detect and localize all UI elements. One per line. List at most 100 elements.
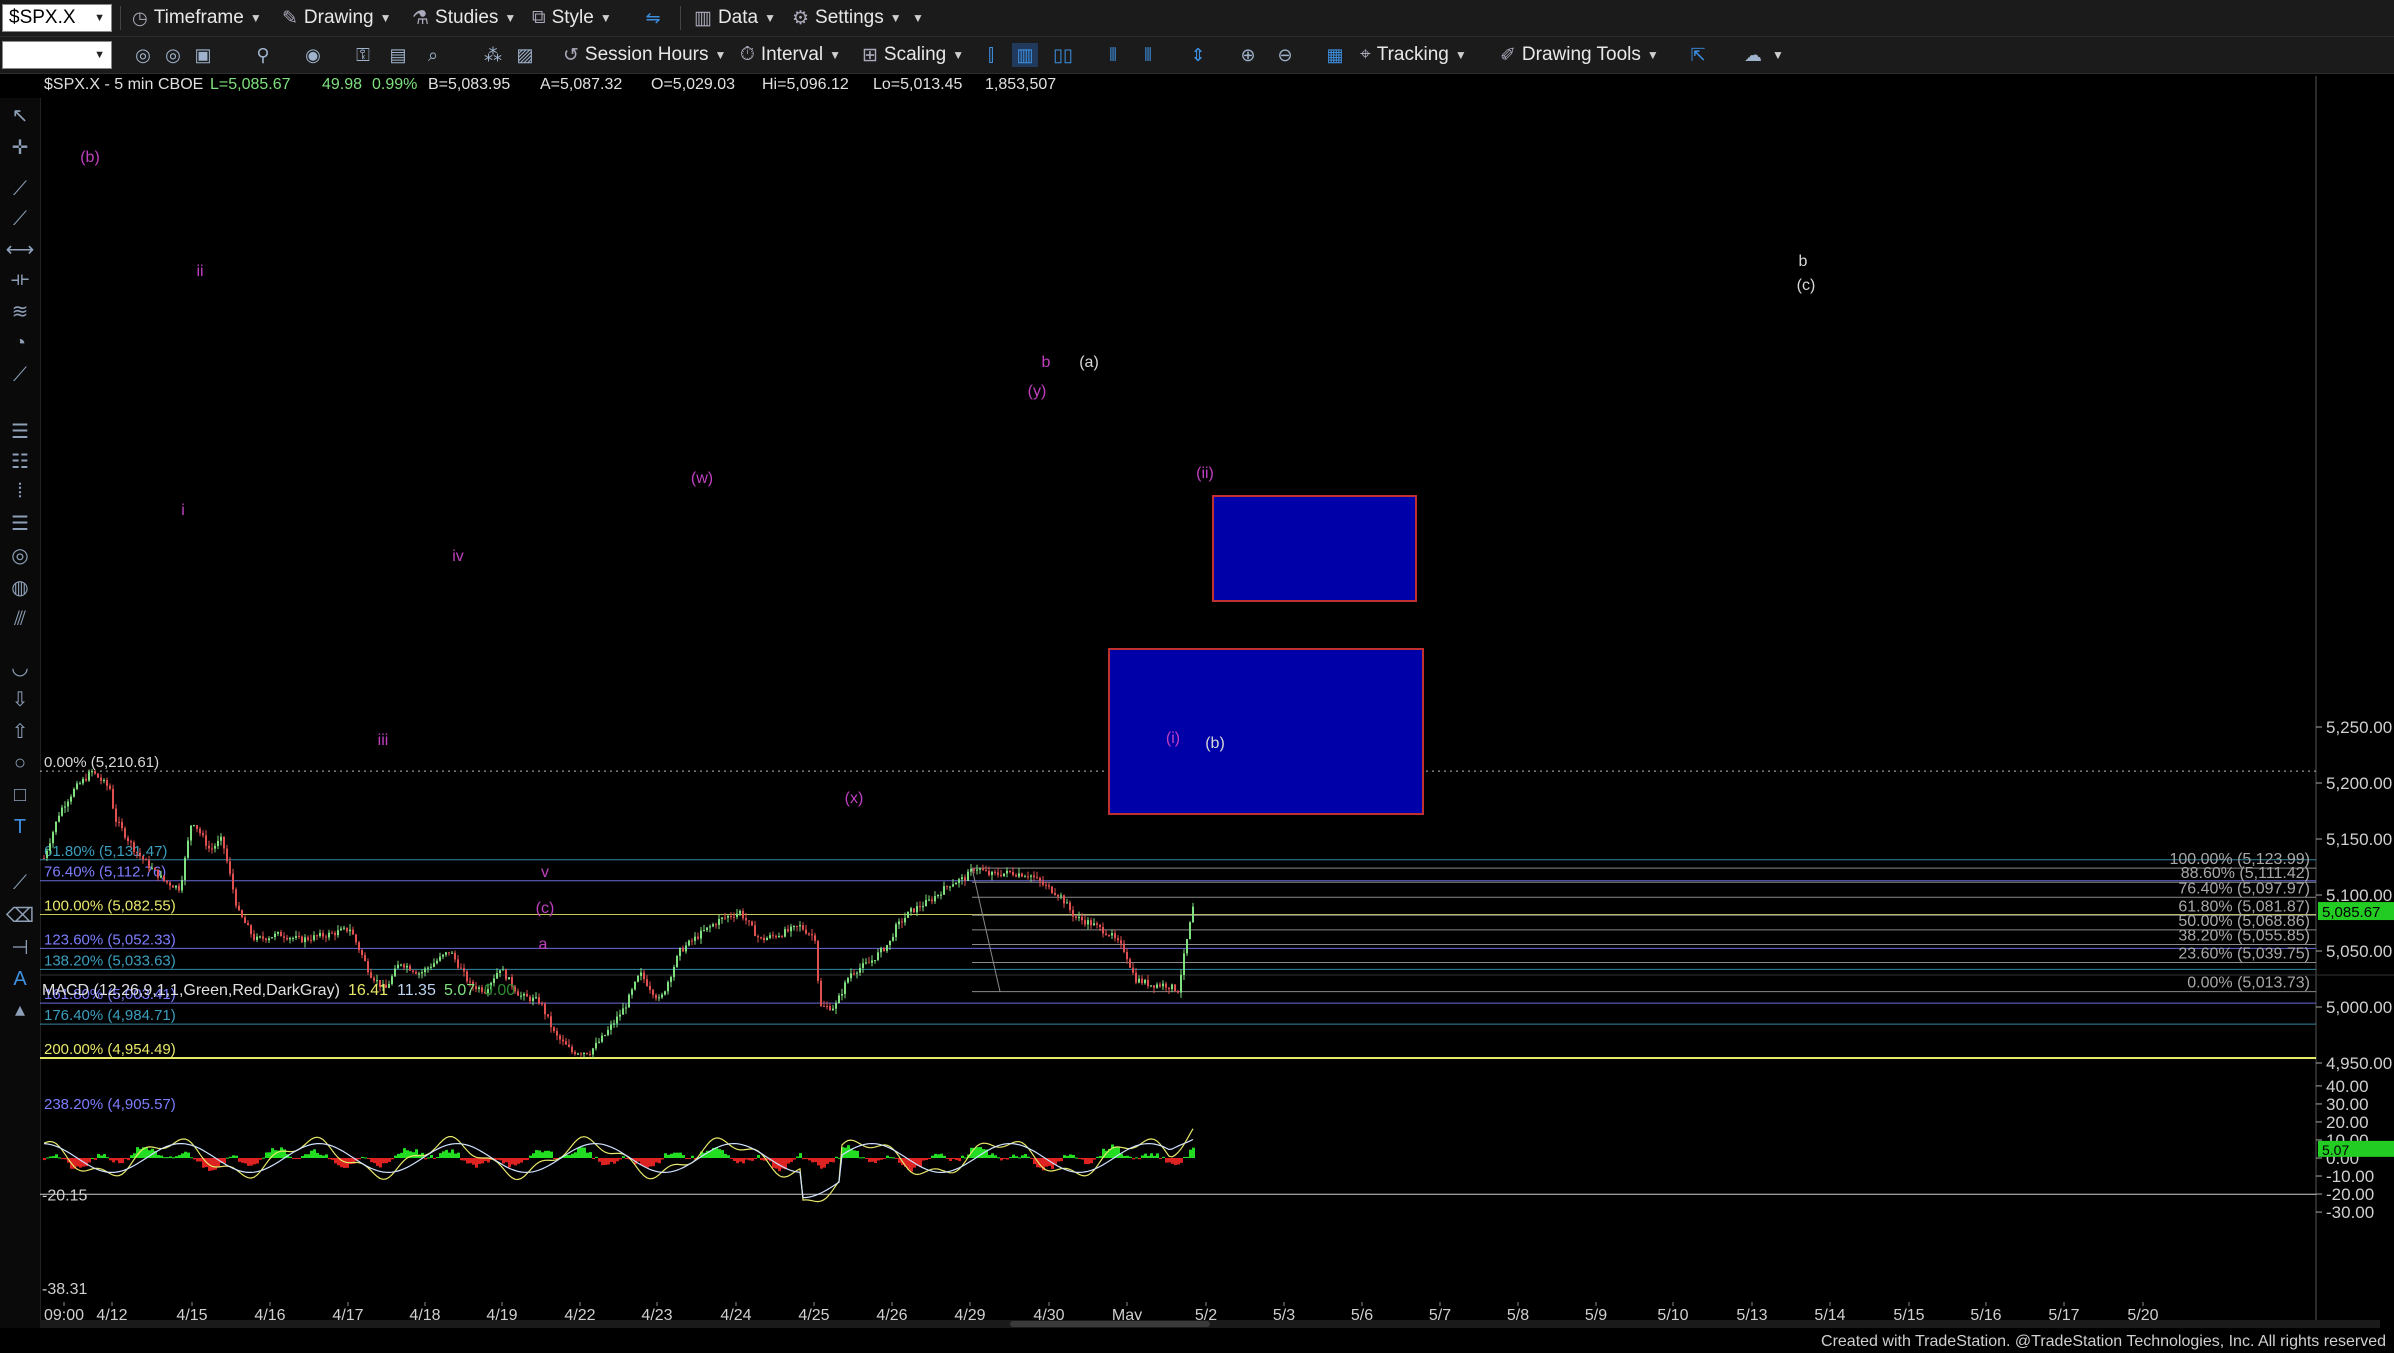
candle-body (1132, 967, 1134, 973)
macd-hist-bar (922, 1158, 925, 1161)
macd-hist-bar (1132, 1158, 1135, 1160)
macd-hist-bar (343, 1158, 346, 1168)
macd-hist-bar (1165, 1158, 1168, 1163)
macd-hist-bar (718, 1149, 721, 1158)
macd-hist-bar (811, 1158, 814, 1163)
candle-body (880, 947, 882, 953)
macd-hist-bar (1138, 1158, 1141, 1160)
candle-body (304, 937, 306, 943)
candle-body (1138, 978, 1140, 983)
macd-hist-bar (1180, 1158, 1183, 1163)
fib-left-label: 200.00% (4,954.49) (44, 1041, 176, 1058)
candle-body (103, 779, 105, 781)
macd-hist-bar (754, 1158, 757, 1159)
candle-body (916, 906, 918, 913)
horizontal-scrollbar[interactable] (40, 1320, 2380, 1328)
macd-hist-bar (538, 1150, 541, 1158)
macd-hist-bar (127, 1158, 130, 1161)
macd-hist-bar (121, 1158, 124, 1164)
macd-hist-bar (259, 1158, 262, 1160)
macd-hist-bar (427, 1157, 430, 1159)
macd-hist-bar (226, 1157, 229, 1159)
candle-body (934, 896, 936, 902)
macd-hist-bar (757, 1154, 760, 1158)
candle-body (874, 960, 876, 962)
macd-hist-bar (949, 1158, 952, 1162)
candle-body (355, 934, 357, 943)
macd-hist-bar (730, 1158, 733, 1159)
candle-body (943, 886, 945, 895)
candle-body (451, 952, 453, 954)
candle-body (937, 894, 939, 897)
candle-body (1084, 920, 1086, 925)
candle-body (535, 997, 537, 999)
candle-body (775, 935, 777, 938)
macd-hist-bar (211, 1158, 214, 1171)
candle-body (436, 960, 438, 964)
candle-body (550, 1016, 552, 1028)
macd-hist-bar (817, 1158, 820, 1166)
macd-value: 16.41 (348, 982, 388, 999)
macd-hist-bar (499, 1158, 502, 1161)
candle-body (1189, 922, 1191, 940)
candle-body (625, 1007, 627, 1009)
macd-hist-bar (1126, 1155, 1129, 1158)
candle-body (820, 980, 822, 1006)
candle-body (559, 1035, 561, 1040)
candle-body (196, 825, 198, 829)
candle-body (1060, 895, 1062, 897)
macd-hist-bar (250, 1158, 253, 1166)
candle-body (49, 843, 51, 851)
candle-body (313, 935, 315, 941)
candle-body (73, 788, 75, 797)
candle-body (334, 932, 336, 936)
candle-body (520, 995, 522, 997)
candle-body (97, 773, 99, 778)
macd-hist-bar (589, 1152, 592, 1158)
scrollbar-thumb[interactable] (1010, 1321, 1210, 1327)
macd-hist-bar (511, 1158, 514, 1165)
candle-body (1114, 933, 1116, 939)
candle-body (901, 921, 903, 923)
candle-body (565, 1041, 567, 1045)
macd-hist-bar (481, 1158, 484, 1164)
candle-body (226, 848, 228, 862)
candle-body (844, 982, 846, 994)
candle-body (1066, 902, 1068, 904)
macd-hist-bar (607, 1158, 610, 1165)
macd-hist-bar (862, 1157, 865, 1159)
candle-body (448, 952, 450, 954)
wave-label: (b) (80, 149, 100, 166)
macd-hist-bar (1030, 1158, 1033, 1159)
candle-body (700, 930, 702, 939)
macd-hist-bar (175, 1156, 178, 1158)
candle-body (292, 937, 294, 939)
candle-body (211, 848, 213, 850)
candle-body (265, 938, 267, 941)
candle-body (517, 991, 519, 996)
candle-body (337, 930, 339, 936)
macd-hist-bar (1192, 1147, 1195, 1158)
macd-hist-bar (1060, 1158, 1063, 1162)
wave-label: (w) (691, 470, 713, 487)
candle-body (301, 936, 303, 943)
candle-body (235, 889, 237, 906)
candle-body (730, 916, 732, 918)
candle-body (787, 929, 789, 932)
candle-body (805, 929, 807, 934)
macd-hist-bar (463, 1158, 466, 1161)
macd-hist-bar (940, 1153, 943, 1158)
macd-hist-bar (943, 1155, 946, 1158)
macd-hist-bar (637, 1158, 640, 1162)
macd-hist-bar (385, 1158, 388, 1164)
candle-body (751, 921, 753, 926)
macd-hist-bar (1027, 1156, 1030, 1158)
macd-hist-bar (448, 1152, 451, 1158)
candle-body (298, 936, 300, 938)
macd-hist-bar (1150, 1153, 1153, 1158)
price-chart[interactable]: 5,250.005,200.005,150.005,100.005,050.00… (0, 0, 2394, 1353)
candle-body (1117, 938, 1119, 941)
macd-hist-bar (178, 1155, 181, 1158)
macd-hist-bar (1162, 1156, 1165, 1158)
macd-hist-bar (1111, 1144, 1114, 1158)
